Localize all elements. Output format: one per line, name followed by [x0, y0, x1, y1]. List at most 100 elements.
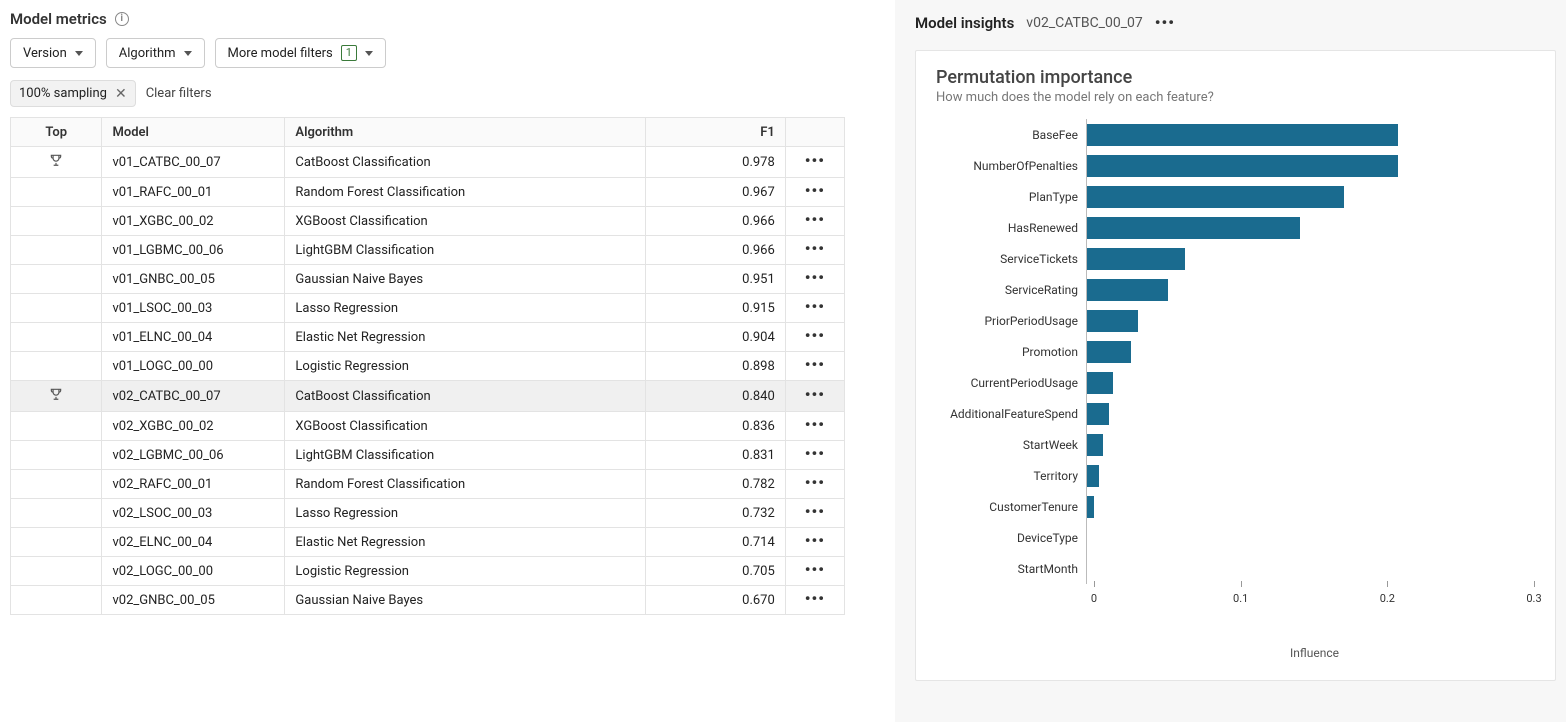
- actions-cell: •••: [785, 381, 844, 412]
- actions-cell: •••: [785, 412, 844, 441]
- table-row[interactable]: v02_RAFC_00_01Random Forest Classificati…: [11, 470, 845, 499]
- row-more-icon[interactable]: •••: [805, 502, 825, 521]
- chart-feature-label: PriorPeriodUsage: [936, 314, 1086, 328]
- row-more-icon[interactable]: •••: [805, 560, 825, 579]
- table-row[interactable]: v01_CATBC_00_07CatBoost Classification0.…: [11, 147, 845, 178]
- table-row[interactable]: v02_LOGC_00_00Logistic Regression0.705••…: [11, 557, 845, 586]
- top-cell: [11, 499, 102, 528]
- top-cell: [11, 528, 102, 557]
- chart-bar: [1087, 403, 1109, 425]
- chart-feature-label: HasRenewed: [936, 221, 1086, 235]
- chart-feature-label: NumberOfPenalties: [936, 159, 1086, 173]
- permutation-importance-card: Permutation importance How much does the…: [915, 50, 1556, 681]
- trophy-icon: [49, 156, 63, 171]
- row-more-icon[interactable]: •••: [805, 444, 825, 463]
- permutation-importance-chart: BaseFeeNumberOfPenaltiesPlanTypeHasRenew…: [936, 119, 1535, 584]
- actions-cell: •••: [785, 470, 844, 499]
- table-row[interactable]: v01_XGBC_00_02XGBoost Classification0.96…: [11, 207, 845, 236]
- row-more-icon[interactable]: •••: [805, 268, 825, 287]
- row-more-icon[interactable]: •••: [805, 415, 825, 434]
- table-row[interactable]: v02_CATBC_00_07CatBoost Classification0.…: [11, 381, 845, 412]
- model-cell: v02_CATBC_00_07: [102, 381, 285, 412]
- actions-cell: •••: [785, 557, 844, 586]
- chart-row: PriorPeriodUsage: [936, 305, 1535, 336]
- table-row[interactable]: v02_ELNC_00_04Elastic Net Regression0.71…: [11, 528, 845, 557]
- chart-bar: [1087, 279, 1168, 301]
- model-cell: v01_LGBMC_00_06: [102, 236, 285, 265]
- row-more-icon[interactable]: •••: [805, 473, 825, 492]
- row-more-icon[interactable]: •••: [805, 326, 825, 345]
- f1-cell: 0.951: [645, 265, 785, 294]
- actions-cell: •••: [785, 441, 844, 470]
- algorithm-label: Algorithm: [119, 46, 176, 61]
- row-more-icon[interactable]: •••: [805, 385, 825, 404]
- version-dropdown[interactable]: Version: [10, 38, 96, 68]
- row-more-icon[interactable]: •••: [805, 151, 825, 170]
- actions-cell: •••: [785, 147, 844, 178]
- actions-cell: •••: [785, 294, 844, 323]
- chart-row: CurrentPeriodUsage: [936, 367, 1535, 398]
- close-icon[interactable]: ✕: [115, 87, 127, 101]
- algorithm-cell: Logistic Regression: [285, 557, 646, 586]
- chart-feature-label: PlanType: [936, 190, 1086, 204]
- model-cell: v01_XGBC_00_02: [102, 207, 285, 236]
- more-filters-dropdown[interactable]: More model filters 1: [215, 38, 386, 68]
- table-row[interactable]: v01_ELNC_00_04Elastic Net Regression0.90…: [11, 323, 845, 352]
- actions-cell: •••: [785, 236, 844, 265]
- algorithm-cell: XGBoost Classification: [285, 207, 646, 236]
- col-header-model[interactable]: Model: [102, 118, 285, 147]
- chart-bar: [1087, 496, 1094, 518]
- table-row[interactable]: v01_LSOC_00_03Lasso Regression0.915•••: [11, 294, 845, 323]
- filter-chip-label: 100% sampling: [19, 86, 107, 101]
- table-row[interactable]: v01_GNBC_00_05Gaussian Naive Bayes0.951 •…: [11, 265, 845, 294]
- col-header-actions: [785, 118, 844, 147]
- f1-cell: 0.836: [645, 412, 785, 441]
- algorithm-dropdown[interactable]: Algorithm: [106, 38, 205, 68]
- actions-cell: •••: [785, 586, 844, 615]
- row-more-icon[interactable]: •••: [805, 355, 825, 374]
- model-cell: v01_GNBC_00_05: [102, 265, 285, 294]
- row-more-icon[interactable]: •••: [805, 531, 825, 550]
- algorithm-cell: Elastic Net Regression: [285, 323, 646, 352]
- info-icon[interactable]: i: [115, 12, 129, 26]
- version-label: Version: [23, 46, 67, 61]
- table-row[interactable]: v01_LGBMC_00_06LightGBM Classification0.…: [11, 236, 845, 265]
- chart-bar: [1087, 372, 1113, 394]
- col-header-f1[interactable]: F1: [645, 118, 785, 147]
- algorithm-cell: Logistic Regression: [285, 352, 646, 381]
- more-filters-count-badge: 1: [341, 45, 357, 61]
- row-more-icon[interactable]: •••: [805, 297, 825, 316]
- f1-cell: 0.782: [645, 470, 785, 499]
- chart-row: NumberOfPenalties: [936, 150, 1535, 181]
- filter-chip-sampling[interactable]: 100% sampling ✕: [10, 80, 136, 107]
- row-more-icon[interactable]: •••: [805, 589, 825, 608]
- table-row[interactable]: v02_XGBC_00_02XGBoost Classification0.83…: [11, 412, 845, 441]
- row-more-icon[interactable]: •••: [805, 239, 825, 258]
- model-metrics-title: Model metrics: [10, 10, 107, 28]
- chart-feature-label: CustomerTenure: [936, 500, 1086, 514]
- row-more-icon[interactable]: •••: [805, 181, 825, 200]
- table-row[interactable]: v01_RAFC_00_01Random Forest Classificati…: [11, 178, 845, 207]
- f1-cell: 0.670: [645, 586, 785, 615]
- chart-row: DeviceType: [936, 522, 1535, 553]
- table-row[interactable]: v01_LOGC_00_00Logistic Regression0.898••…: [11, 352, 845, 381]
- chart-row: ServiceRating: [936, 274, 1535, 305]
- algorithm-cell: Lasso Regression: [285, 294, 646, 323]
- chart-feature-label: ServiceTickets: [936, 252, 1086, 266]
- chart-feature-label: StartMonth: [936, 562, 1086, 576]
- f1-cell: 0.967: [645, 178, 785, 207]
- f1-cell: 0.898: [645, 352, 785, 381]
- clear-filters-button[interactable]: Clear filters: [146, 86, 212, 101]
- table-row[interactable]: v02_LSOC_00_03Lasso Regression0.732•••: [11, 499, 845, 528]
- model-cell: v02_XGBC_00_02: [102, 412, 285, 441]
- row-more-icon[interactable]: •••: [805, 210, 825, 229]
- actions-cell: •••: [785, 352, 844, 381]
- algorithm-cell: Gaussian Naive Bayes: [285, 265, 646, 294]
- chart-row: PlanType: [936, 181, 1535, 212]
- model-cell: v01_LSOC_00_03: [102, 294, 285, 323]
- table-row[interactable]: v02_GNBC_00_05Gaussian Naive Bayes0.670•…: [11, 586, 845, 615]
- chart-bar: [1087, 465, 1099, 487]
- table-row[interactable]: v02_LGBMC_00_06LightGBM Classification0.…: [11, 441, 845, 470]
- col-header-top[interactable]: Top: [11, 118, 102, 147]
- col-header-algorithm[interactable]: Algorithm: [285, 118, 646, 147]
